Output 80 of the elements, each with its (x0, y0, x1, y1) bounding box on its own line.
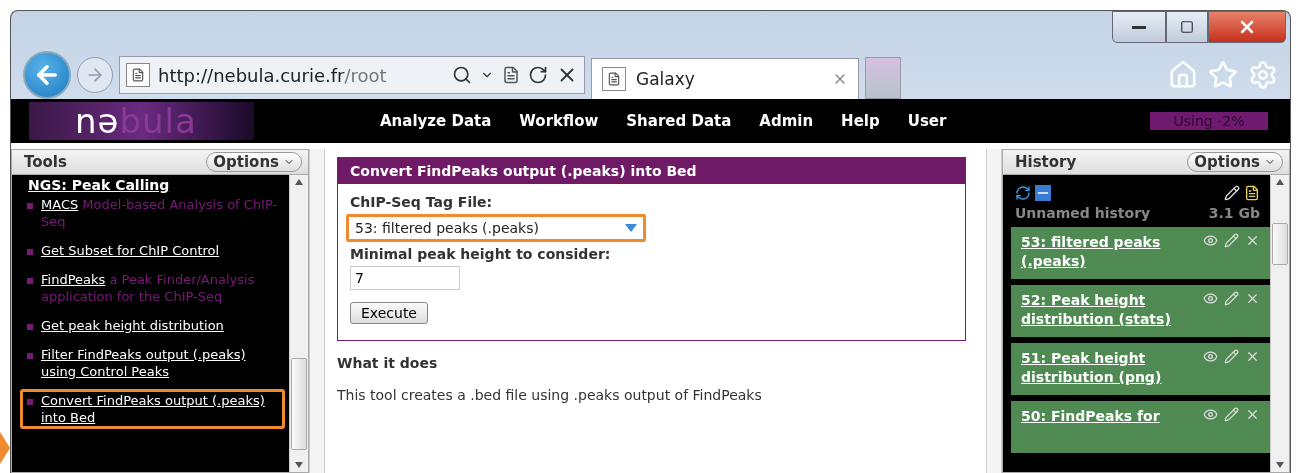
delete-icon[interactable] (1245, 291, 1260, 306)
field-label: ChIP-Seq Tag File: (350, 194, 494, 210)
minimize-button[interactable] (1112, 11, 1166, 43)
nav-link[interactable]: Analyze Data (380, 112, 492, 130)
tool-link[interactable]: Get Subset for ChIP Control (41, 242, 220, 259)
eye-icon[interactable] (1203, 349, 1218, 364)
execute-button[interactable]: Execute (350, 302, 428, 324)
nav-link[interactable]: Workflow (519, 112, 599, 130)
panel-title: History (1015, 153, 1077, 171)
logo[interactable]: nəbula (29, 102, 254, 140)
delete-icon[interactable] (1245, 349, 1260, 364)
address-bar[interactable]: http://nebula.curie.fr/root (119, 56, 585, 94)
dataset-link[interactable]: 52: Peak height distribution (stats) (1021, 291, 1199, 331)
bullet-icon (27, 249, 33, 255)
minimize-icon (1132, 25, 1146, 29)
tool-link[interactable]: Get peak height distribution (41, 317, 224, 334)
nav-link[interactable]: Shared Data (626, 112, 732, 130)
help-title: What it does (337, 355, 439, 371)
history-name[interactable]: Unnamed history (1015, 205, 1151, 221)
pencil-icon[interactable] (1224, 185, 1240, 201)
note-icon[interactable] (1244, 185, 1260, 201)
history-size: 3.1 Gb (1208, 205, 1260, 221)
tool-link[interactable]: Convert FindPeaks output (.peaks) into Bed (41, 392, 278, 426)
dataset-link[interactable]: 51: Peak height distribution (png) (1021, 349, 1199, 389)
page-icon (126, 63, 150, 87)
collapse-icon[interactable] (1035, 185, 1051, 201)
scroll-down-icon[interactable] (1276, 462, 1284, 468)
input-field[interactable]: 7 (350, 266, 460, 290)
delete-icon[interactable] (1245, 407, 1260, 422)
refresh-icon[interactable] (1015, 185, 1031, 201)
bullet-icon (27, 278, 33, 284)
tool-link[interactable]: FindPeaks (41, 272, 106, 287)
field-label: Minimal peak height to consider: (350, 246, 612, 262)
document-icon[interactable] (502, 66, 520, 84)
nav-link[interactable]: Admin (759, 112, 814, 130)
eye-icon[interactable] (1203, 233, 1218, 248)
maximize-icon (1180, 20, 1194, 34)
refresh-icon[interactable] (528, 65, 548, 85)
scroll-up-icon[interactable] (1276, 179, 1284, 185)
usage-meter: Using -2% (1150, 112, 1268, 130)
options-button[interactable]: Options (206, 152, 302, 172)
section-link[interactable]: NGS: Peak Calling (28, 177, 285, 193)
maximize-button[interactable] (1166, 11, 1208, 43)
form-title: Convert FindPeaks output (.peaks) into Bed (338, 158, 965, 184)
eye-icon[interactable] (1203, 407, 1218, 422)
delete-icon[interactable] (1245, 233, 1260, 248)
tool-link[interactable]: MACS (41, 197, 79, 212)
tool-entry: FindPeaks a Peak Finder/Analysis application for the ChIP-Seq (41, 271, 256, 305)
bullet-icon (27, 203, 33, 209)
nav-link[interactable]: User (907, 112, 947, 130)
star-icon[interactable] (1208, 60, 1238, 90)
forward-button[interactable] (77, 57, 113, 93)
tool-link[interactable]: Filter FindPeaks output (.peaks) using Control Peaks (41, 346, 278, 380)
scrollbar[interactable] (1270, 175, 1289, 472)
dataset-link[interactable]: 53: filtered peaks (.peaks) (1021, 233, 1199, 273)
search-icon[interactable] (452, 65, 472, 85)
scroll-up-icon[interactable] (295, 179, 303, 185)
nav-link[interactable]: Help (841, 112, 880, 130)
options-button[interactable]: Options (1187, 152, 1283, 172)
dataset-link[interactable]: 50: FindPeaks for (1021, 407, 1160, 447)
dataset-select[interactable]: 53: filtered peaks (.peaks) (346, 214, 646, 242)
page-icon (602, 66, 626, 91)
pointer-arrow (0, 432, 10, 464)
eye-icon[interactable] (1203, 291, 1218, 306)
bullet-icon (27, 353, 33, 359)
scroll-down-icon[interactable] (295, 462, 303, 468)
scroll-thumb[interactable] (1272, 222, 1288, 265)
dropdown-caret-icon (625, 224, 637, 232)
scrollbar[interactable] (289, 175, 308, 472)
browser-tab[interactable]: Galaxy (591, 57, 859, 99)
bullet-icon (27, 324, 33, 330)
scroll-thumb[interactable] (291, 357, 307, 450)
url-text: http://nebula.curie.fr/root (158, 64, 388, 86)
back-button[interactable] (23, 51, 71, 99)
panel-title: Tools (24, 153, 67, 171)
bullet-icon (27, 399, 33, 405)
close-button[interactable] (1208, 11, 1286, 43)
help-text: This tool creates a .bed file using .peaks output of FindPeaks (337, 387, 763, 403)
new-tab-button[interactable] (865, 57, 901, 99)
tool-entry: MACS Model-based Analysis of ChIP-Seq (41, 196, 278, 230)
